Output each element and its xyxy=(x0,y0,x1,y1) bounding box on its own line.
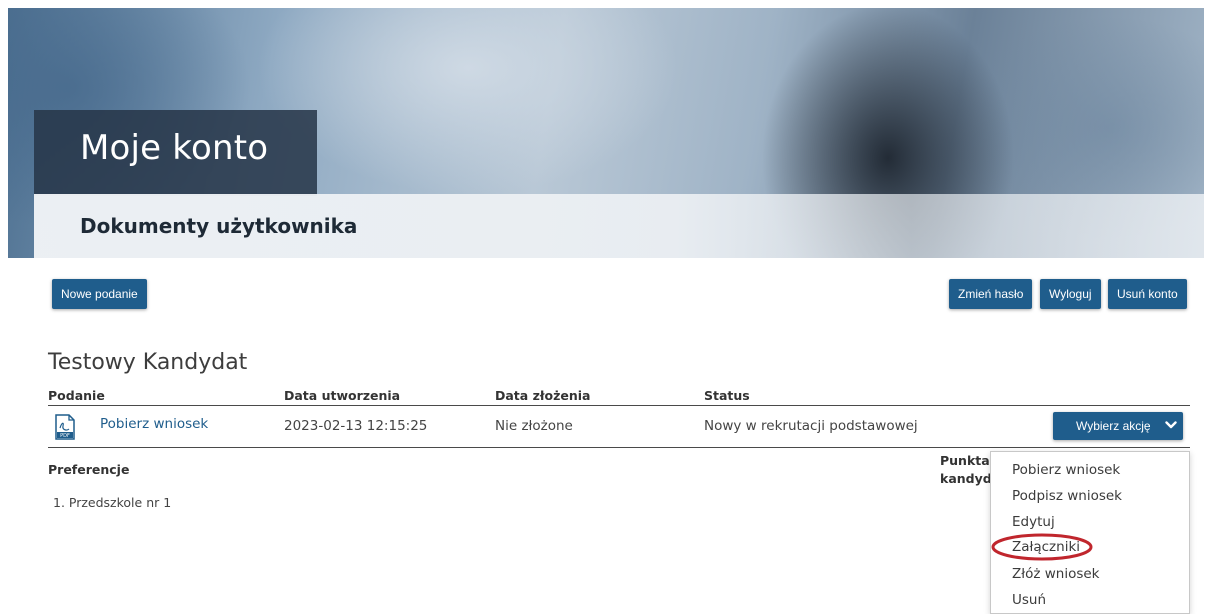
action-dropdown-menu: Pobierz wniosek Podpisz wniosek Edytuj Z… xyxy=(990,451,1190,614)
preference-item: 1. Przedszkole nr 1 xyxy=(53,495,172,510)
candidate-name: Testowy Kandydat xyxy=(48,350,248,375)
applications-table: Podanie Data utworzenia Data złożenia St… xyxy=(48,386,1190,448)
page-subtitle-box: Dokumenty użytkownika xyxy=(34,194,1204,258)
table-row: PDF Pobierz wniosek 2023-02-13 12:15:25 … xyxy=(48,406,1190,448)
menu-item-edit[interactable]: Edytuj xyxy=(1012,514,1055,530)
change-password-button[interactable]: Zmień hasło xyxy=(949,279,1033,309)
delete-account-button[interactable]: Usuń konto xyxy=(1108,279,1187,309)
created-date: 2023-02-13 12:15:25 xyxy=(284,418,428,434)
new-application-button[interactable]: Nowe podanie xyxy=(52,279,147,309)
preferences-label: Preferencje xyxy=(48,462,130,477)
menu-item-delete[interactable]: Usuń xyxy=(1012,592,1046,608)
page-subtitle: Dokumenty użytkownika xyxy=(80,214,358,238)
svg-text:PDF: PDF xyxy=(60,433,70,439)
menu-item-attachments[interactable]: Załączniki xyxy=(1012,539,1080,555)
column-header-created: Data utworzenia xyxy=(284,388,401,403)
hero-banner: Moje konto Dokumenty użytkownika xyxy=(8,8,1204,258)
choose-action-label: Wybierz akcję xyxy=(1076,419,1151,433)
table-header: Podanie Data utworzenia Data złożenia St… xyxy=(48,386,1190,406)
menu-item-download[interactable]: Pobierz wniosek xyxy=(1012,462,1120,478)
download-application-link[interactable]: Pobierz wniosek xyxy=(100,416,208,432)
chevron-down-icon xyxy=(1165,421,1177,429)
pdf-file-icon[interactable]: PDF xyxy=(54,414,76,440)
submitted-date: Nie złożone xyxy=(495,418,573,434)
menu-item-submit[interactable]: Złóż wniosek xyxy=(1012,566,1100,582)
status-text: Nowy w rekrutacji podstawowej xyxy=(704,418,918,434)
page-title-box: Moje konto xyxy=(34,110,317,196)
choose-action-button[interactable]: Wybierz akcję xyxy=(1053,412,1183,440)
menu-item-sign[interactable]: Podpisz wniosek xyxy=(1012,488,1122,504)
column-header-status: Status xyxy=(704,388,750,403)
page-title: Moje konto xyxy=(80,128,269,168)
logout-button[interactable]: Wyloguj xyxy=(1040,279,1101,309)
column-header-submitted: Data złożenia xyxy=(495,388,591,403)
column-header-application: Podanie xyxy=(48,388,105,403)
